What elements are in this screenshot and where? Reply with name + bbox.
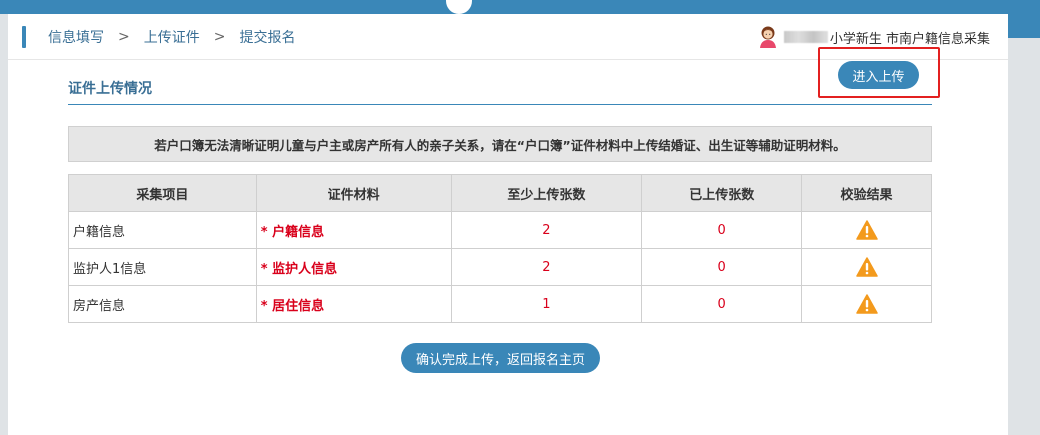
row-min-count: 1 [450,285,643,323]
column-header-result: 校验结果 [801,174,932,212]
row-item: 房产信息 [68,285,257,323]
warning-icon [855,294,878,314]
breadcrumb: 信息填写 > 上传证件 > 提交报名 [48,26,295,48]
row-min-count: 2 [450,211,643,249]
table-row: 房产信息 * 居住信息 1 0 [68,285,932,323]
table-header-row: 采集项目 证件材料 至少上传张数 已上传张数 校验结果 [68,174,932,212]
female-user-avatar-icon [759,26,776,48]
row-result [801,285,932,323]
section-divider [68,104,932,105]
column-header-item: 采集项目 [68,174,257,212]
column-header-min-count: 至少上传张数 [450,174,643,212]
breadcrumb-step-upload[interactable]: 上传证件 [144,27,200,47]
breadcrumb-step-submit[interactable]: 提交报名 [239,27,295,47]
table-row: 户籍信息 * 户籍信息 2 0 [68,211,932,249]
top-accent-strip [0,0,1040,14]
row-min-count: 2 [450,248,643,286]
enter-upload-button[interactable]: 进入上传 [838,61,919,89]
table-row: 监护人1信息 * 监护人信息 2 0 [68,248,932,286]
header-accent-bar [22,26,26,48]
row-result [801,248,932,286]
section-title: 证件上传情况 [68,81,152,97]
row-item: 监护人1信息 [68,248,257,286]
warning-icon [855,220,878,240]
row-result [801,211,932,249]
row-uploaded-count: 0 [641,211,803,249]
breadcrumb-step-fill-info[interactable]: 信息填写 [48,27,104,47]
breadcrumb-separator: > [213,29,226,45]
upload-status-table: 采集项目 证件材料 至少上传张数 已上传张数 校验结果 户籍信息 * 户籍信息 … [68,174,932,323]
row-item: 户籍信息 [68,211,257,249]
row-uploaded-count: 0 [641,285,803,323]
row-material: * 户籍信息 [255,211,452,249]
row-uploaded-count: 0 [641,248,803,286]
right-accent-block [1008,0,1040,38]
user-program-label: 小学新生 市南户籍信息采集 [829,31,990,47]
notice-banner: 若户口簿无法清晰证明儿童与户主或房产所有人的亲子关系，请在“户口簿”证件材料中上… [68,126,932,162]
warning-icon [855,257,878,277]
redacted-name [783,31,828,43]
row-material: * 监护人信息 [255,248,452,286]
breadcrumb-separator: > [118,29,130,45]
confirm-complete-upload-button[interactable]: 确认完成上传，返回报名主页 [401,343,600,373]
column-header-material: 证件材料 [255,174,452,212]
row-material: * 居住信息 [255,285,452,323]
column-header-uploaded-count: 已上传张数 [641,174,803,212]
